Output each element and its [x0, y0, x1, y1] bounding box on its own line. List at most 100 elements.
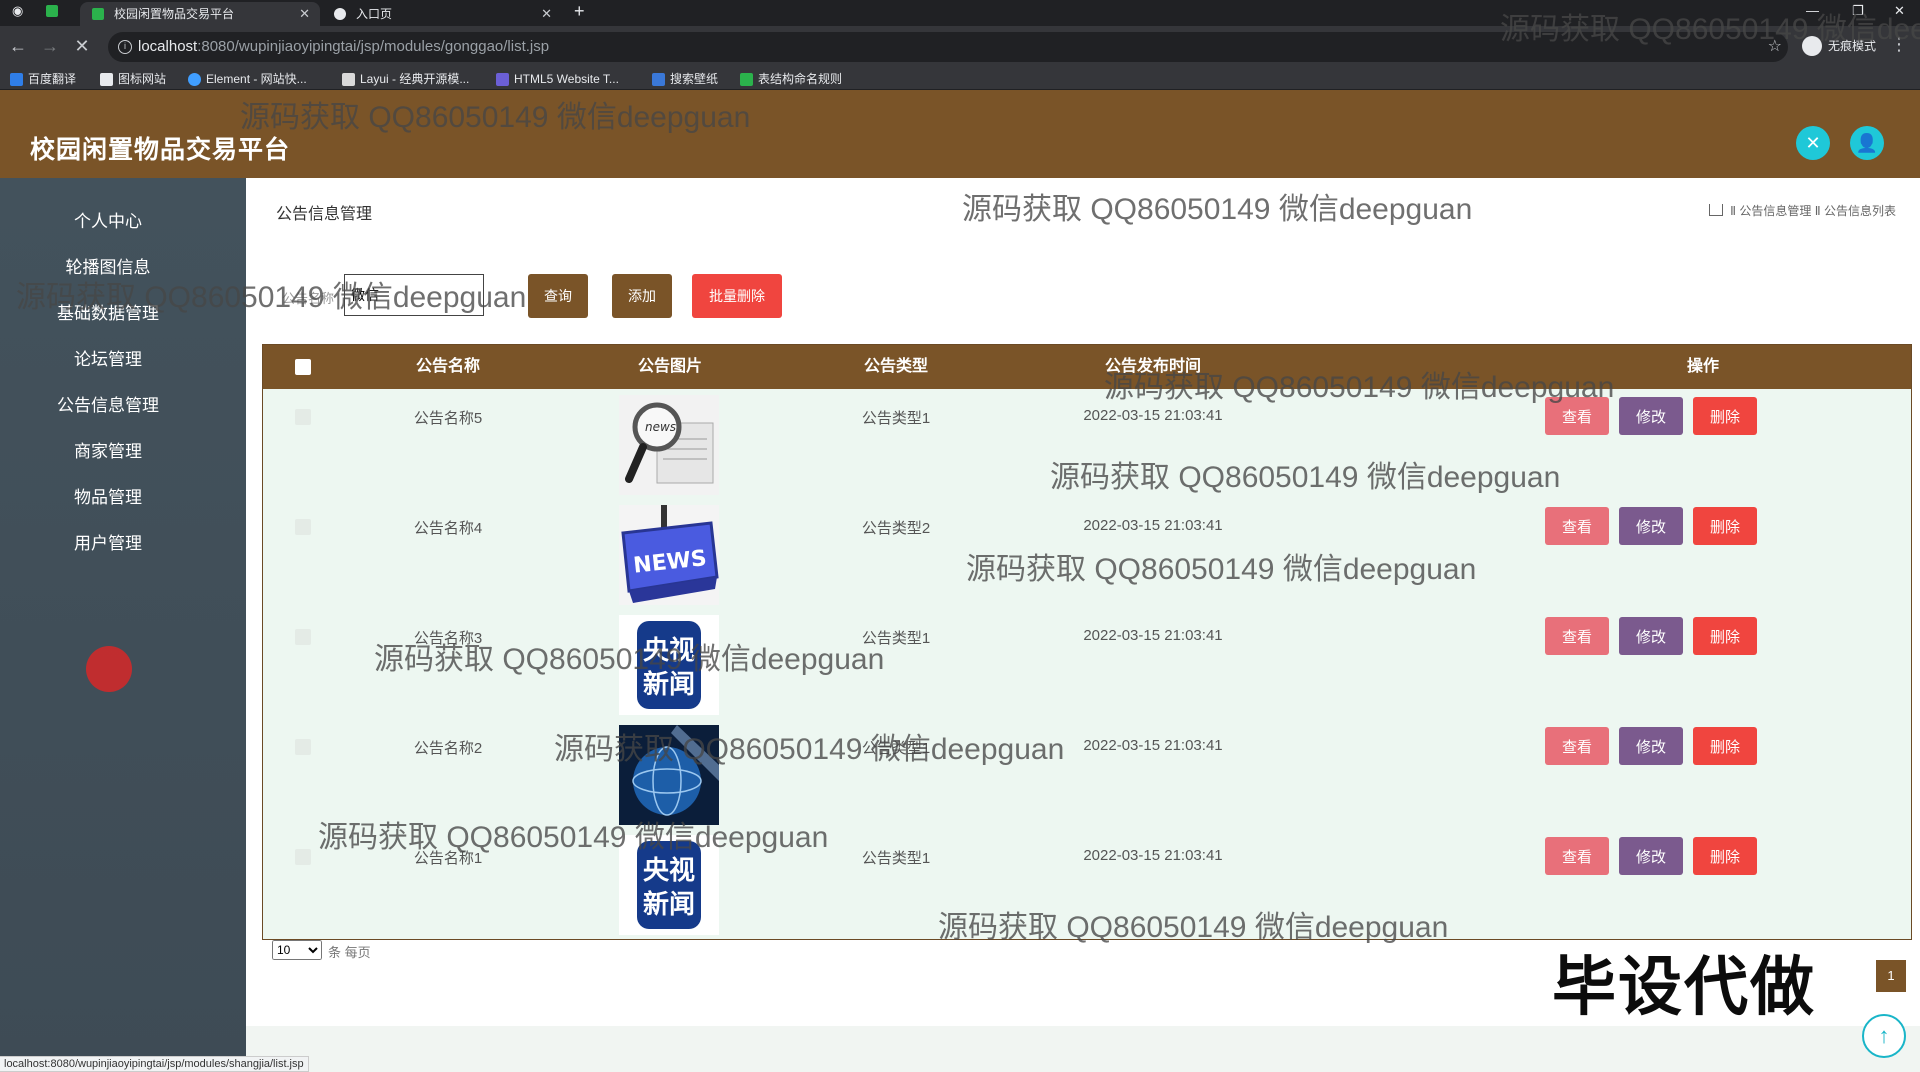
restore-icon[interactable]: ❐	[1852, 0, 1864, 22]
announcement-type: 公告类型1	[861, 630, 931, 647]
edit-button[interactable]: 修改	[1619, 617, 1683, 655]
bookmark-item[interactable]: HTML5 Website T...	[496, 70, 619, 88]
row-checkbox[interactable]	[295, 739, 311, 755]
view-button[interactable]: 查看	[1545, 837, 1609, 875]
tab-inactive[interactable]: 入口页 ✕	[322, 2, 562, 26]
incognito-indicator[interactable]: 无痕模式	[1801, 36, 1876, 56]
sidebar-item-goods[interactable]: 物品管理	[0, 486, 216, 510]
delete-button[interactable]: 删除	[1693, 837, 1757, 875]
row-checkbox[interactable]	[295, 849, 311, 865]
row-checkbox[interactable]	[295, 409, 311, 425]
search-label: 公告名称	[282, 291, 335, 306]
row-checkbox[interactable]	[295, 629, 311, 645]
translate-icon	[10, 73, 23, 86]
select-all-checkbox[interactable]	[295, 359, 311, 375]
column-header: 操作	[1686, 358, 1719, 375]
forward-arrow-icon[interactable]: →	[38, 34, 62, 58]
row-checkbox[interactable]	[295, 519, 311, 535]
tab-app-icon[interactable]	[46, 5, 58, 17]
query-button[interactable]: 查询	[528, 274, 588, 318]
search-input[interactable]	[344, 274, 484, 316]
page-size-select[interactable]: 10	[272, 940, 322, 960]
add-button[interactable]: 添加	[612, 274, 672, 318]
sidebar-item-merchants[interactable]: 商家管理	[0, 440, 216, 464]
browser-menu-icon[interactable]: ⋮	[1890, 34, 1908, 55]
sidebar-item-carousel[interactable]: 轮播图信息	[0, 256, 216, 280]
view-button[interactable]: 查看	[1545, 507, 1609, 545]
stop-loading-icon[interactable]: ✕	[70, 34, 94, 58]
svg-text:新闻: 新闻	[643, 669, 695, 700]
breadcrumb-item: 公告信息列表	[1823, 204, 1896, 218]
user-avatar-icon[interactable]: 👤	[1850, 126, 1884, 160]
delete-button[interactable]: 删除	[1693, 397, 1757, 435]
bookmark-item[interactable]: 百度翻译	[10, 70, 76, 88]
edit-button[interactable]: 修改	[1619, 397, 1683, 435]
page-title: 公告信息管理	[276, 206, 373, 223]
announcement-name: 公告名称3	[413, 630, 483, 647]
incognito-icon	[1801, 36, 1822, 56]
tab-close-icon[interactable]: ✕	[541, 2, 552, 26]
fullscreen-toggle-icon[interactable]: ✕	[1796, 126, 1830, 160]
bookmark-star-icon[interactable]: ☆	[1768, 36, 1782, 56]
announcement-type: 公告类型1	[861, 410, 931, 427]
home-icon[interactable]	[1708, 204, 1723, 216]
bookmark-item[interactable]: Layui - 经典开源模...	[342, 70, 469, 88]
sidebar-item-announcements[interactable]: 公告信息管理	[0, 394, 216, 418]
bookmark-item[interactable]: Element - 网站快...	[188, 70, 307, 88]
page-size-unit: 条 每页	[328, 945, 371, 960]
tab-title: 入口页	[356, 7, 393, 21]
window-close-icon[interactable]: ✕	[1894, 0, 1905, 22]
announcement-name: 公告名称2	[413, 740, 483, 757]
table-row: 公告名称3 央视 新闻 公告类型1 2022-03-15 21:03:41 查看 …	[263, 609, 1911, 719]
batch-delete-button[interactable]: 批量删除	[692, 274, 782, 318]
bookmarks-bar: 百度翻译 图标网站 Element - 网站快... Layui - 经典开源模…	[0, 68, 1920, 90]
news-magnifier-image: news	[619, 395, 719, 495]
edit-button[interactable]: 修改	[1619, 727, 1683, 765]
announcement-time: 2022-03-15 21:03:41	[1083, 847, 1223, 864]
click-indicator	[86, 646, 132, 692]
browser-status-url: localhost:8080/wupinjiaoyipingtai/jsp/mo…	[0, 1056, 309, 1072]
announcement-time: 2022-03-15 21:03:41	[1083, 627, 1223, 644]
sidebar-item-users[interactable]: 用户管理	[0, 532, 216, 556]
pagination-current-page[interactable]: 1	[1876, 960, 1906, 992]
edit-button[interactable]: 修改	[1619, 837, 1683, 875]
bookmark-item[interactable]: 搜索壁纸	[652, 70, 718, 88]
view-button[interactable]: 查看	[1545, 727, 1609, 765]
url-field[interactable]: i localhost:8080/wupinjiaoyipingtai/jsp/…	[108, 32, 1788, 62]
tab-active[interactable]: 校园闲置物品交易平台 ✕	[80, 2, 320, 26]
bookmark-item[interactable]: 图标网站	[100, 70, 166, 88]
svg-text:新闻: 新闻	[643, 889, 695, 920]
view-button[interactable]: 查看	[1545, 617, 1609, 655]
delete-button[interactable]: 删除	[1693, 507, 1757, 545]
minimize-icon[interactable]: —	[1806, 0, 1819, 22]
breadcrumb-item[interactable]: 公告信息管理	[1739, 204, 1811, 218]
bookmark-label: 搜索壁纸	[670, 72, 719, 86]
element-icon	[188, 73, 201, 86]
browser-tab-strip: ◉ 校园闲置物品交易平台 ✕ 入口页 ✕ + — ❐ ✕	[0, 0, 1920, 26]
edit-button[interactable]: 修改	[1619, 507, 1683, 545]
bookmark-item[interactable]: 表结构命名规则	[740, 70, 842, 88]
site-info-icon[interactable]: i	[118, 40, 132, 54]
new-tab-plus-icon[interactable]: +	[574, 0, 585, 22]
view-button[interactable]: 查看	[1545, 397, 1609, 435]
cctv-news-logo-image: 央视 新闻	[619, 835, 719, 935]
flag-icon	[100, 73, 113, 86]
announcement-name: 公告名称5	[413, 410, 483, 427]
tab-globe-icon	[334, 8, 346, 20]
back-arrow-icon[interactable]: ←	[6, 34, 30, 58]
tab-close-icon[interactable]: ✕	[299, 2, 310, 26]
html5-icon	[496, 73, 509, 86]
bookmark-label: Element - 网站快...	[206, 72, 307, 86]
tab-favicon-icon	[92, 8, 104, 20]
announcement-time: 2022-03-15 21:03:41	[1083, 517, 1223, 534]
delete-button[interactable]: 删除	[1693, 617, 1757, 655]
sidebar-item-forum[interactable]: 论坛管理	[0, 348, 216, 372]
delete-button[interactable]: 删除	[1693, 727, 1757, 765]
column-header: 公告图片	[637, 358, 702, 375]
announcement-table: 公告名称 公告图片 公告类型 公告发布时间 操作 公告名称5 news 公告类型…	[262, 344, 1912, 940]
announcement-type: 公告类型1	[861, 850, 931, 867]
announcement-name: 公告名称1	[413, 850, 483, 867]
sidebar-item-base-data[interactable]: 基础数据管理	[0, 302, 216, 326]
sidebar-item-personal-center[interactable]: 个人中心	[0, 210, 216, 234]
scroll-to-top-icon[interactable]: ↑	[1862, 1014, 1906, 1058]
